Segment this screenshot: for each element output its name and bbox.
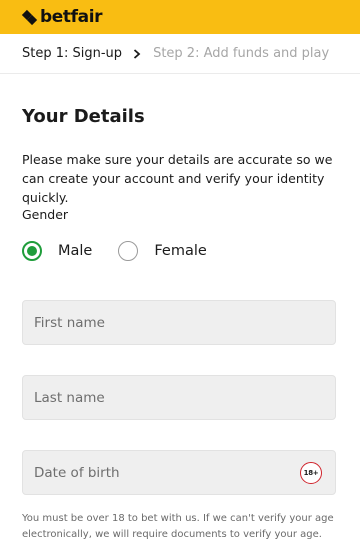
radio-male-label[interactable]: Male — [58, 243, 92, 259]
brand-name: betfair — [40, 7, 103, 27]
intro-text: Please make sure your details are accura… — [22, 152, 333, 205]
age-disclaimer: You must be over 18 to bet with us. If w… — [22, 513, 334, 540]
first-name-field — [22, 300, 336, 345]
radio-female-label[interactable]: Female — [154, 243, 206, 259]
header-bar: betfair — [0, 0, 360, 34]
betfair-logo[interactable]: betfair — [21, 5, 103, 29]
step-indicator: Step 1: Sign-up Step 2: Add funds and pl… — [0, 34, 360, 74]
gender-radio-group: Male Female — [22, 239, 207, 263]
radio-male[interactable] — [22, 241, 42, 261]
step-current: Step 1: Sign-up — [22, 46, 123, 61]
radio-female[interactable] — [118, 241, 139, 261]
first-name-input[interactable] — [23, 301, 335, 344]
dob-field: 18+ — [22, 450, 336, 495]
last-name-input[interactable] — [23, 376, 335, 419]
page-title: Your Details — [22, 106, 145, 127]
gender-option-female[interactable]: Female — [118, 241, 207, 261]
age-18-plus-icon: 18+ — [300, 462, 322, 484]
betfair-logo-icon — [21, 9, 38, 25]
gender-option-male[interactable]: Male — [22, 241, 92, 261]
gender-label: Gender — [22, 207, 69, 222]
step-next: Step 2: Add funds and play — [153, 46, 330, 61]
chevron-right-icon — [133, 48, 141, 59]
last-name-field — [22, 375, 336, 420]
dob-input[interactable] — [23, 451, 335, 494]
